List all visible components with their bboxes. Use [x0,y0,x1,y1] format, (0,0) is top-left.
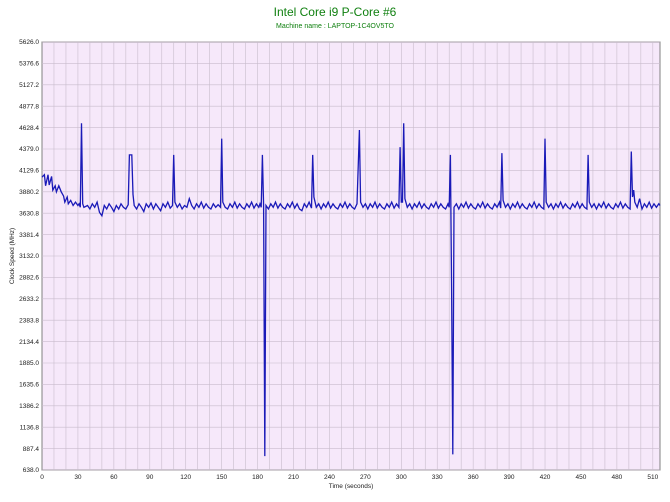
y-tick-label: 5626.0 [19,39,39,46]
y-tick-label: 4628.4 [19,125,39,132]
x-tick-label: 480 [611,474,622,481]
y-axis-ticks: 638.0 887.4 1136.8 1386.2 1635.6 1885.0 2134.4… [19,39,39,474]
y-tick-label: 1885.0 [19,360,39,367]
x-tick-label: 0 [40,474,44,481]
y-tick-label: 4129.6 [19,168,39,175]
y-tick-label: 2633.2 [19,296,39,303]
x-tick-label: 390 [504,474,515,481]
y-tick-label: 2383.8 [19,317,39,324]
x-tick-label: 120 [180,474,191,481]
y-tick-label: 3880.2 [19,189,39,196]
y-tick-label: 2134.4 [19,339,39,346]
x-tick-label: 150 [216,474,227,481]
x-tick-label: 510 [647,474,658,481]
y-tick-label: 2882.6 [19,275,39,282]
y-tick-label: 887.4 [23,446,40,453]
y-tick-label: 4877.8 [19,103,39,110]
x-tick-label: 360 [468,474,479,481]
chart-subtitle: Machine name : LAPTOP-1C4OV5TO [276,23,395,30]
x-tick-label: 90 [146,474,154,481]
x-tick-label: 330 [432,474,443,481]
x-tick-label: 420 [540,474,551,481]
y-tick-label: 3381.4 [19,232,39,239]
x-tick-label: 240 [324,474,335,481]
x-axis-label: Time (seconds) [329,483,374,490]
y-tick-label: 638.0 [23,467,40,474]
y-tick-label: 4379.0 [19,146,39,153]
y-tick-label: 3630.8 [19,210,39,217]
chart-title: Intel Core i9 P-Core #6 [274,5,397,19]
y-tick-label: 1136.8 [20,424,40,431]
x-tick-label: 450 [576,474,587,481]
y-tick-label: 5127.2 [19,82,39,89]
y-tick-label: 3132.0 [19,253,39,260]
x-tick-label: 30 [74,474,82,481]
y-tick-label: 1635.6 [19,382,39,389]
x-axis-ticks: 0 30 60 90 120 150 180 210 240 270 300 330 360 390 420… [40,474,658,481]
x-tick-label: 180 [252,474,263,481]
y-tick-label: 5376.6 [19,61,39,68]
x-tick-label: 300 [396,474,407,481]
x-tick-label: 270 [360,474,371,481]
y-axis-label: Clock Speed (MHz) [9,228,16,284]
y-tick-label: 1386.2 [19,403,39,410]
chart: 638.0 887.4 1136.8 1386.2 1635.6 1885.0 2134.4… [0,0,670,502]
chart-svg: 638.0 887.4 1136.8 1386.2 1635.6 1885.0 2134.4… [9,5,661,490]
x-tick-label: 210 [288,474,299,481]
grid-lines [42,41,660,471]
x-tick-label: 60 [110,474,118,481]
